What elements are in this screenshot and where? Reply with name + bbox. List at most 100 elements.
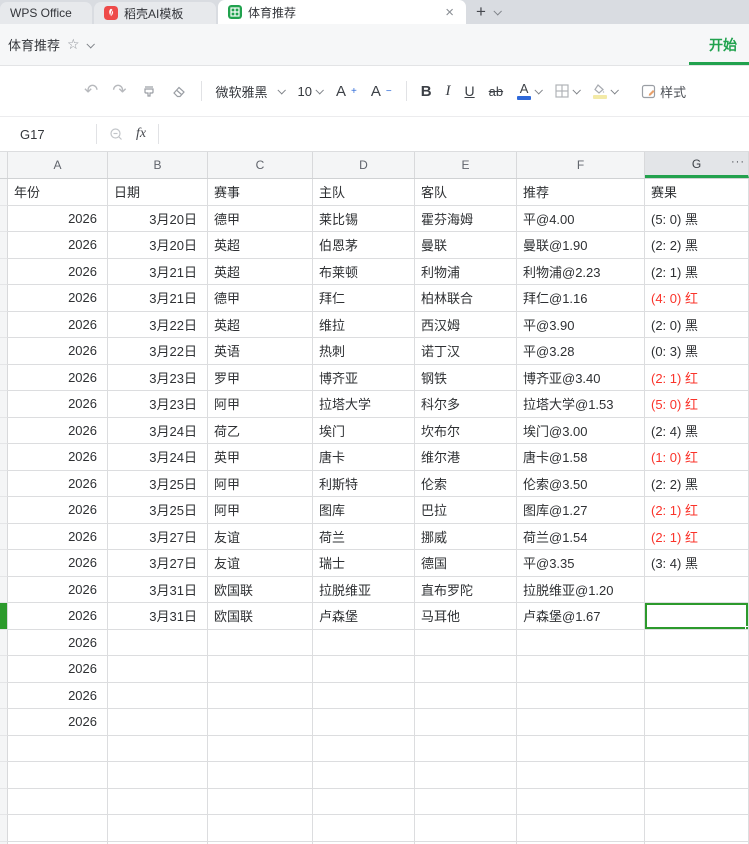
cell-F25[interactable] <box>517 815 645 842</box>
cell-C15[interactable]: 友谊 <box>208 550 313 577</box>
row-header[interactable] <box>0 232 8 259</box>
cell-D20[interactable] <box>313 682 415 709</box>
column-header-d[interactable]: D <box>313 152 415 178</box>
tab-wps-office[interactable]: WPS Office <box>0 2 92 24</box>
new-tab-button[interactable]: + <box>466 2 492 24</box>
ribbon-tab-home[interactable]: 开始 <box>689 24 749 65</box>
row-header[interactable] <box>0 709 8 736</box>
cell-F8[interactable]: 博齐亚@3.40 <box>517 364 645 391</box>
column-header-c[interactable]: C <box>208 152 313 178</box>
redo-button[interactable]: ↷ <box>112 81 126 101</box>
cell-F17[interactable]: 卢森堡@1.67 <box>517 603 645 630</box>
cell-E19[interactable] <box>415 656 517 683</box>
cell-G14[interactable]: (2: 1) 红 <box>645 523 749 550</box>
cell-B5[interactable]: 3月21日 <box>108 285 208 312</box>
cell-B11[interactable]: 3月24日 <box>108 444 208 471</box>
cell-A12[interactable]: 2026 <box>8 470 108 497</box>
row-header[interactable] <box>0 391 8 418</box>
cell-A20[interactable]: 2026 <box>8 682 108 709</box>
cell-F22[interactable] <box>517 735 645 762</box>
cell-C5[interactable]: 德甲 <box>208 285 313 312</box>
cell-F4[interactable]: 利物浦@2.23 <box>517 258 645 285</box>
row-header[interactable] <box>0 470 8 497</box>
font-size-select[interactable]: 10 <box>298 84 324 99</box>
cell-B21[interactable] <box>108 709 208 736</box>
cell-C6[interactable]: 英超 <box>208 311 313 338</box>
cell-G11[interactable]: (1: 0) 红 <box>645 444 749 471</box>
cell-F16[interactable]: 拉脱维亚@1.20 <box>517 576 645 603</box>
column-header-a[interactable]: A <box>8 152 108 178</box>
column-header-g[interactable]: G ··· <box>645 152 749 178</box>
eraser-button[interactable] <box>171 83 187 99</box>
cell-F21[interactable] <box>517 709 645 736</box>
cell-A22[interactable] <box>8 735 108 762</box>
row-header[interactable] <box>0 258 8 285</box>
cell-G8[interactable]: (2: 1) 红 <box>645 364 749 391</box>
cell-C13[interactable]: 阿甲 <box>208 497 313 524</box>
cell-D7[interactable]: 热刺 <box>313 338 415 365</box>
cell-B12[interactable]: 3月25日 <box>108 470 208 497</box>
borders-button[interactable] <box>555 84 582 98</box>
cell-D21[interactable] <box>313 709 415 736</box>
cell-G15[interactable]: (3: 4) 黑 <box>645 550 749 577</box>
cell-G1[interactable]: 赛果 <box>645 179 749 206</box>
cell-B18[interactable] <box>108 629 208 656</box>
row-header[interactable] <box>0 311 8 338</box>
cell-B8[interactable]: 3月23日 <box>108 364 208 391</box>
cell-A3[interactable]: 2026 <box>8 232 108 259</box>
underline-button[interactable]: U <box>465 83 475 99</box>
cell-A16[interactable]: 2026 <box>8 576 108 603</box>
more-columns-indicator[interactable]: ··· <box>731 156 745 168</box>
fill-color-button[interactable] <box>593 83 620 99</box>
favorite-star-icon[interactable]: ☆ <box>67 36 80 53</box>
cell-E21[interactable] <box>415 709 517 736</box>
cell-E24[interactable] <box>415 788 517 815</box>
cell-C19[interactable] <box>208 656 313 683</box>
cell-G6[interactable]: (2: 0) 黑 <box>645 311 749 338</box>
cell-F3[interactable]: 曼联@1.90 <box>517 232 645 259</box>
cell-E22[interactable] <box>415 735 517 762</box>
cell-D4[interactable]: 布莱顿 <box>313 258 415 285</box>
row-header[interactable] <box>0 417 8 444</box>
cell-G24[interactable] <box>645 788 749 815</box>
cell-E14[interactable]: 挪威 <box>415 523 517 550</box>
cell-F23[interactable] <box>517 762 645 789</box>
cell-G13[interactable]: (2: 1) 红 <box>645 497 749 524</box>
cell-F13[interactable]: 图库@1.27 <box>517 497 645 524</box>
select-all-corner[interactable] <box>0 152 8 178</box>
cell-B16[interactable]: 3月31日 <box>108 576 208 603</box>
cell-D18[interactable] <box>313 629 415 656</box>
cell-D8[interactable]: 博齐亚 <box>313 364 415 391</box>
row-header[interactable] <box>0 338 8 365</box>
cell-G9[interactable]: (5: 0) 红 <box>645 391 749 418</box>
cell-F19[interactable] <box>517 656 645 683</box>
title-chevron-icon[interactable] <box>86 39 95 49</box>
italic-button[interactable]: I <box>446 83 451 100</box>
row-header[interactable] <box>0 523 8 550</box>
cell-G7[interactable]: (0: 3) 黑 <box>645 338 749 365</box>
font-family-select[interactable]: 微软雅黑 <box>216 82 286 101</box>
cell-B17[interactable]: 3月31日 <box>108 603 208 630</box>
cell-C9[interactable]: 阿甲 <box>208 391 313 418</box>
strikethrough-button[interactable]: ab <box>489 84 503 99</box>
cell-E23[interactable] <box>415 762 517 789</box>
cell-F12[interactable]: 伦索@3.50 <box>517 470 645 497</box>
column-header-f[interactable]: F <box>517 152 645 178</box>
cell-F24[interactable] <box>517 788 645 815</box>
cell-A19[interactable]: 2026 <box>8 656 108 683</box>
document-title-menu[interactable]: 体育推荐 ☆ <box>8 35 95 54</box>
cell-A9[interactable]: 2026 <box>8 391 108 418</box>
cell-B22[interactable] <box>108 735 208 762</box>
cell-B10[interactable]: 3月24日 <box>108 417 208 444</box>
cell-F9[interactable]: 拉塔大学@1.53 <box>517 391 645 418</box>
cell-B1[interactable]: 日期 <box>108 179 208 206</box>
cell-E15[interactable]: 德国 <box>415 550 517 577</box>
cell-G10[interactable]: (2: 4) 黑 <box>645 417 749 444</box>
cell-D11[interactable]: 唐卡 <box>313 444 415 471</box>
cell-F15[interactable]: 平@3.35 <box>517 550 645 577</box>
cell-B14[interactable]: 3月27日 <box>108 523 208 550</box>
increase-font-button[interactable]: A + <box>336 84 357 99</box>
cell-B25[interactable] <box>108 815 208 842</box>
cell-A6[interactable]: 2026 <box>8 311 108 338</box>
cell-G18[interactable] <box>645 629 749 656</box>
